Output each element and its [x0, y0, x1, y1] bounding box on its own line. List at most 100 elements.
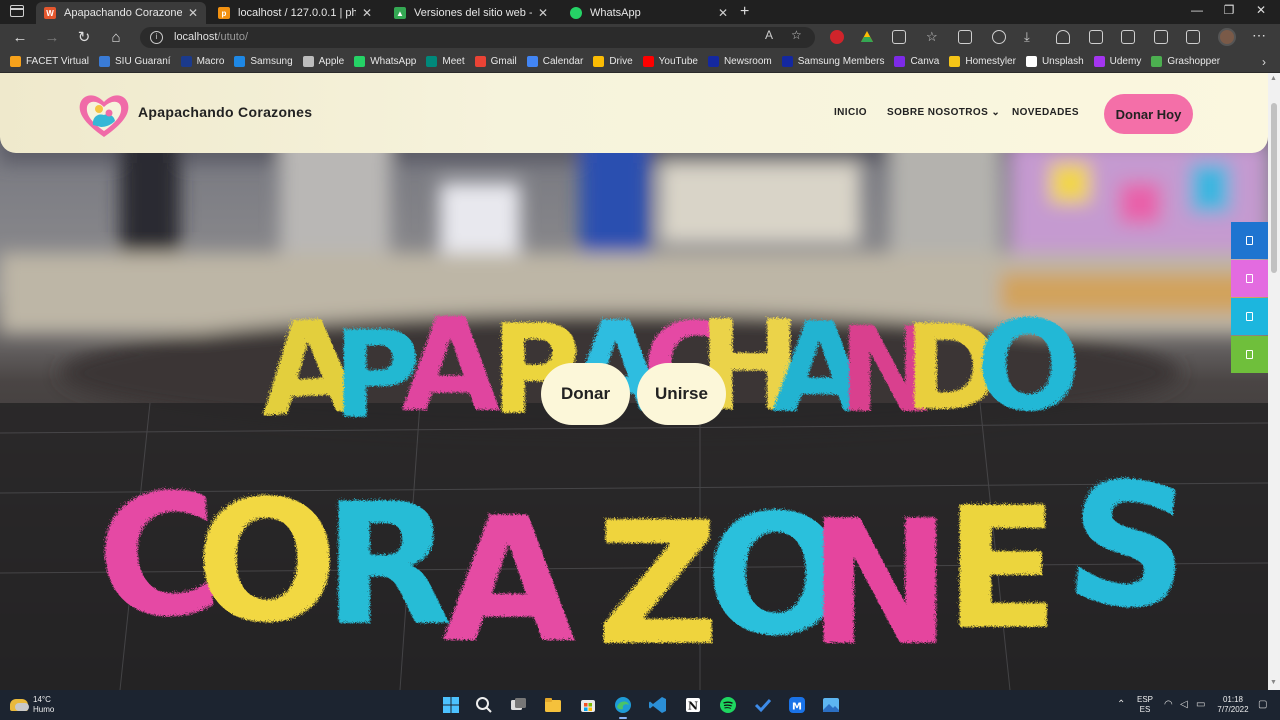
close-icon[interactable]: ✕ [538, 6, 548, 20]
window-menu-icon[interactable] [10, 5, 24, 17]
notion-icon[interactable]: N [683, 695, 703, 715]
sync-icon[interactable] [1186, 30, 1200, 44]
bookmark-label: Drive [609, 56, 633, 67]
facebook-icon[interactable] [1231, 222, 1268, 259]
bookmark-item[interactable]: Calendar [526, 56, 583, 67]
bookmark-favicon-icon [642, 56, 654, 67]
task-view-icon[interactable] [508, 695, 528, 715]
bookmark-item[interactable]: FACET Virtual [10, 56, 89, 67]
bookmark-item[interactable]: Gmail [474, 56, 517, 67]
extension-icon[interactable] [830, 30, 844, 44]
more-bookmarks-icon[interactable]: › [1262, 55, 1266, 69]
close-icon[interactable]: ✕ [362, 6, 372, 20]
scrollbar-thumb[interactable] [1271, 103, 1277, 273]
unirse-button[interactable]: Unirse [637, 363, 726, 425]
bookmark-item[interactable]: Drive [593, 56, 633, 67]
downloads-icon[interactable]: ⤓ [1024, 30, 1038, 44]
donar-button[interactable]: Donar [541, 363, 630, 425]
scroll-down-icon[interactable]: ▼ [1270, 679, 1277, 686]
history-icon[interactable] [992, 30, 1006, 44]
info-icon[interactable]: i [150, 31, 163, 44]
favorites-icon[interactable]: ☆ [926, 30, 940, 44]
forward-icon[interactable]: → [42, 28, 62, 48]
instagram-icon[interactable] [1231, 260, 1268, 297]
collections-icon[interactable] [958, 30, 972, 44]
extensions-icon[interactable] [892, 30, 906, 44]
bookmark-item[interactable]: Meet [426, 56, 465, 67]
store-icon[interactable] [578, 695, 598, 715]
share-icon[interactable] [1154, 30, 1168, 44]
svg-text:E: E [943, 469, 1058, 665]
screenshot-icon[interactable] [1089, 30, 1103, 44]
close-window-button[interactable]: ✕ [1246, 3, 1276, 17]
back-icon[interactable]: ← [10, 28, 30, 48]
bookmark-item[interactable]: Grashopper [1151, 56, 1220, 67]
minimize-button[interactable]: — [1182, 3, 1212, 17]
bookmark-item[interactable]: Udemy [1093, 56, 1141, 67]
close-icon[interactable]: ✕ [718, 6, 728, 20]
whatsapp-icon[interactable] [1231, 336, 1268, 373]
bookmark-item[interactable]: Macro [180, 56, 224, 67]
google-drive-icon[interactable] [860, 30, 874, 44]
language-indicator[interactable]: ESP ES [1137, 695, 1153, 715]
bookmark-item[interactable]: Homestyler [949, 56, 1016, 67]
active-app-indicator [619, 717, 627, 719]
tab-whatsapp[interactable]: WhatsApp ✕ [562, 2, 736, 24]
maximize-button[interactable]: ❐ [1214, 3, 1244, 17]
bookmark-item[interactable]: YouTube [642, 56, 698, 67]
clock[interactable]: 01:18 7/7/2022 [1213, 695, 1253, 715]
notifications-icon[interactable] [1056, 30, 1070, 44]
svg-text:O: O [194, 462, 337, 658]
new-tab-button[interactable]: + [740, 3, 749, 21]
svg-text:Z: Z [594, 484, 717, 682]
bookmark-item[interactable]: Samsung [234, 56, 293, 67]
bookmark-item[interactable]: Canva [894, 56, 939, 67]
start-icon[interactable] [441, 695, 461, 715]
photos-icon[interactable] [821, 695, 841, 715]
svg-text:M: M [792, 702, 802, 713]
search-icon[interactable] [474, 695, 494, 715]
tab-apapachando[interactable]: W Apapachando Corazones – Sitio ✕ [36, 2, 206, 24]
close-icon[interactable]: ✕ [188, 6, 198, 20]
more-options-icon[interactable]: ⋯ [1252, 27, 1266, 44]
browser-essentials-icon[interactable] [1121, 30, 1135, 44]
tab-phpmyadmin[interactable]: p localhost / 127.0.0.1 | phpMyAdm ✕ [210, 2, 380, 24]
site-brand-name[interactable]: Apapachando Corazones [138, 104, 312, 120]
volume-icon[interactable]: ◁ [1180, 699, 1188, 710]
svg-text:N: N [688, 700, 698, 713]
bookmark-item[interactable]: Newsroom [707, 56, 772, 67]
mega-app-icon[interactable]: M [787, 695, 807, 715]
bookmark-item[interactable]: Samsung Members [781, 56, 884, 67]
home-icon[interactable]: ⌂ [106, 28, 126, 48]
vscode-icon[interactable] [648, 695, 668, 715]
nav-novedades[interactable]: NOVEDADES [1012, 107, 1079, 118]
profile-avatar[interactable] [1218, 28, 1236, 46]
bookmark-item[interactable]: Unsplash [1025, 56, 1084, 67]
notification-center-icon[interactable]: ▢ [1258, 699, 1267, 710]
show-hidden-icons-icon[interactable]: ⌃ [1117, 699, 1125, 710]
bookmark-item[interactable]: WhatsApp [354, 56, 416, 67]
bookmark-item[interactable]: Apple [302, 56, 344, 67]
bookmark-label: Gmail [490, 56, 517, 67]
edge-icon[interactable] [613, 695, 633, 715]
file-explorer-icon[interactable] [543, 695, 563, 715]
add-favorite-icon[interactable]: ☆ [791, 28, 802, 42]
wifi-icon[interactable]: ◠ [1164, 699, 1173, 710]
bookmark-item[interactable]: SIU Guaraní [99, 56, 171, 67]
donate-now-button[interactable]: Donar Hoy [1104, 94, 1193, 134]
spotify-icon[interactable] [718, 695, 738, 715]
weather-widget[interactable]: 14°C Humo [10, 695, 54, 715]
nav-sobre-nosotros[interactable]: SOBRE NOSOTROS ⌄ [887, 107, 1000, 118]
page-scrollbar[interactable]: ▲ ▼ [1268, 73, 1280, 690]
scroll-up-icon[interactable]: ▲ [1270, 75, 1277, 82]
battery-icon[interactable]: ▭ [1196, 699, 1205, 710]
refresh-icon[interactable]: ↻ [74, 28, 94, 48]
address-bar[interactable]: i localhost/ututo/ [140, 27, 815, 48]
heart-logo-icon[interactable] [78, 91, 130, 139]
twitter-icon[interactable] [1231, 298, 1268, 335]
nav-inicio[interactable]: INICIO [834, 107, 867, 118]
read-aloud-icon[interactable]: A [765, 28, 773, 42]
tab-google-sites[interactable]: ▲ Versiones del sitio web - Google ✕ [386, 2, 556, 24]
bookmark-favicon-icon [894, 56, 906, 67]
todo-icon[interactable] [753, 695, 773, 715]
